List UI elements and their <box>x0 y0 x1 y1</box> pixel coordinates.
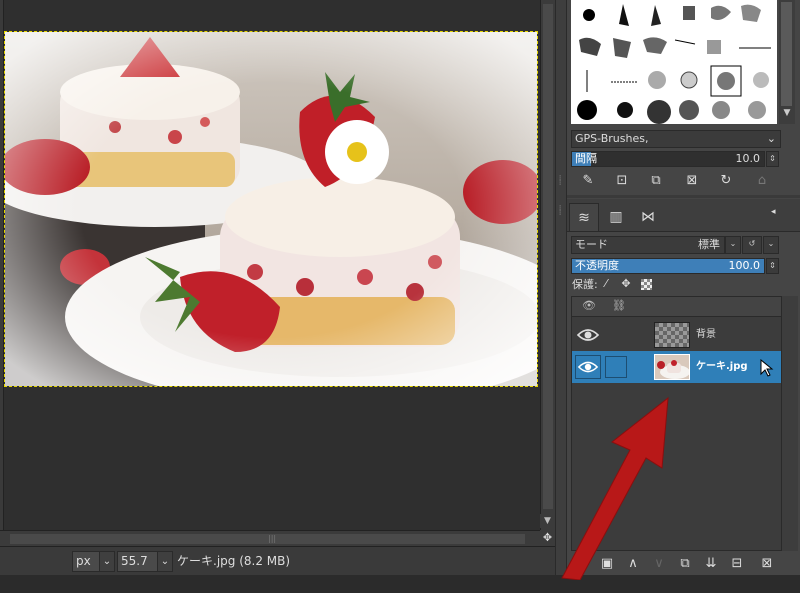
spacing-spin-icon[interactable]: ⇕ <box>766 151 779 167</box>
opacity-spin-icon[interactable]: ⇕ <box>766 258 779 274</box>
tab-layers-icon[interactable]: ≋ <box>569 203 599 231</box>
merge-layer-icon[interactable]: ⇊ <box>701 555 721 573</box>
mode-label: モード <box>575 238 608 251</box>
chevron-down-icon[interactable]: ⌄ <box>725 236 741 254</box>
horizontal-scrollbar[interactable]: ||| <box>0 530 540 546</box>
zoom-dropdown-icon[interactable]: ⌄ <box>157 551 173 572</box>
delete-layer-icon[interactable]: ⊠ <box>757 555 777 573</box>
reset-mode-icon[interactable]: ↺ <box>742 236 762 254</box>
lower-layer-icon[interactable]: ∨ <box>649 555 669 573</box>
divider-grip-icon: ⁞ ⁞ <box>559 204 562 217</box>
opacity-value: 100.0 <box>728 259 761 272</box>
cake-image <box>5 32 537 386</box>
brush-set-name: GPS-Brushes, <box>575 132 649 145</box>
opacity-label: 不透明度 <box>575 259 619 272</box>
spacing-value: 10.0 <box>735 152 761 165</box>
bottom-bar <box>0 575 800 593</box>
new-brush-icon[interactable]: ⊡ <box>611 172 633 190</box>
right-dock-panel: ▼ GPS-Brushes, ⌄ 間隔 10.0 ⇕ ✎ ⊡ ⧉ ⊠ ↻ ⌂ ≋… <box>567 0 800 575</box>
tab-paths-icon[interactable]: ⋈ <box>633 203 663 231</box>
raise-layer-icon[interactable]: ∧ <box>623 555 643 573</box>
open-as-image-icon[interactable]: ⌂ <box>751 172 773 190</box>
brushes-scroll-thumb[interactable] <box>781 2 792 106</box>
edit-brush-icon[interactable]: ✎ <box>577 172 599 190</box>
duplicate-layer-icon[interactable]: ⧉ <box>675 555 695 573</box>
layer-thumbnail <box>654 322 690 348</box>
visibility-header-eye-icon: 👁 <box>582 299 596 312</box>
dock-tab-row: ≋ ▥ ⋈ ◂ <box>567 199 800 232</box>
unit-select[interactable]: px <box>72 551 100 572</box>
layer-name[interactable]: ケーキ.jpg <box>696 351 748 383</box>
chevron-down-icon[interactable]: ⌄ <box>763 236 779 254</box>
layers-list-header: 👁 ⛓ <box>572 297 781 317</box>
duplicate-brush-icon[interactable]: ⧉ <box>645 172 667 190</box>
lock-pixels-icon[interactable]: ⁄ <box>599 276 613 292</box>
brushes-scrollbar[interactable]: ▼ <box>779 0 795 124</box>
new-layer-icon[interactable]: ⊕ <box>571 555 591 573</box>
scroll-down-arrow-icon[interactable]: ▼ <box>779 108 795 122</box>
layer-row[interactable]: 背景 <box>572 319 781 351</box>
opacity-slider[interactable]: 不透明度 100.0 <box>571 258 765 274</box>
lock-alpha-icon[interactable] <box>641 279 652 290</box>
navigate-icon[interactable]: ✥ <box>540 530 555 546</box>
chevron-down-icon: ⌄ <box>766 132 776 145</box>
layer-row-selected[interactable]: ケーキ.jpg <box>572 351 781 383</box>
visibility-eye-icon[interactable] <box>575 355 601 379</box>
layer-mask-icon[interactable]: ⊟ <box>727 555 747 573</box>
spacing-slider[interactable]: 間隔 10.0 <box>571 151 765 167</box>
mode-value: 標準 <box>698 238 720 251</box>
lock-position-icon[interactable]: ✥ <box>619 276 633 292</box>
layer-name[interactable]: 背景 <box>696 319 716 351</box>
lock-label: 保護: <box>572 278 598 291</box>
new-layer-group-icon[interactable]: ▣ <box>597 555 617 573</box>
scroll-grip-icon: ||| <box>268 534 277 543</box>
panel-separator <box>567 195 800 198</box>
tab-channels-icon[interactable]: ▥ <box>601 203 631 231</box>
chain-header-icon: ⛓ <box>612 299 626 312</box>
chain-toggle[interactable] <box>605 356 627 378</box>
layers-list[interactable]: 👁 ⛓ 背景 ケーキ.jpg <box>571 296 782 551</box>
vertical-scroll-thumb[interactable] <box>543 4 553 509</box>
zoom-select[interactable]: 55.7 % <box>117 551 159 587</box>
scroll-down-arrow-icon[interactable]: ▼ <box>540 514 555 528</box>
layers-toolbar: ⊕ ▣ ∧ ∨ ⧉ ⇊ ⊟ ⊠ <box>567 553 800 575</box>
visibility-eye-icon[interactable] <box>575 323 601 347</box>
delete-brush-icon[interactable]: ⊠ <box>681 172 703 190</box>
image-canvas[interactable] <box>4 31 538 387</box>
divider-grip-icon: ⁞ ⁞ <box>559 174 562 187</box>
panel-menu-icon[interactable]: ◂ <box>771 207 785 221</box>
spacing-label: 間隔 <box>575 152 597 165</box>
file-info-text: ケーキ.jpg (8.2 MB) <box>177 554 291 568</box>
mouse-cursor-icon <box>760 358 774 380</box>
status-bar: px ⌄ 55.7 % ⌄ ケーキ.jpg (8.2 MB) <box>0 546 555 587</box>
layer-mode-select[interactable]: モード 標準 <box>571 236 725 254</box>
panel-divider[interactable]: ⁞ ⁞ ⁞ ⁞ <box>555 0 567 575</box>
layer-thumbnail <box>654 354 690 380</box>
unit-dropdown-icon[interactable]: ⌄ <box>99 551 115 572</box>
layers-scrollbar[interactable] <box>782 296 798 551</box>
vertical-scrollbar[interactable] <box>540 0 555 530</box>
refresh-brushes-icon[interactable]: ↻ <box>715 172 737 190</box>
brushes-grid[interactable] <box>571 0 777 124</box>
brush-set-select[interactable]: GPS-Brushes, ⌄ <box>571 130 781 148</box>
